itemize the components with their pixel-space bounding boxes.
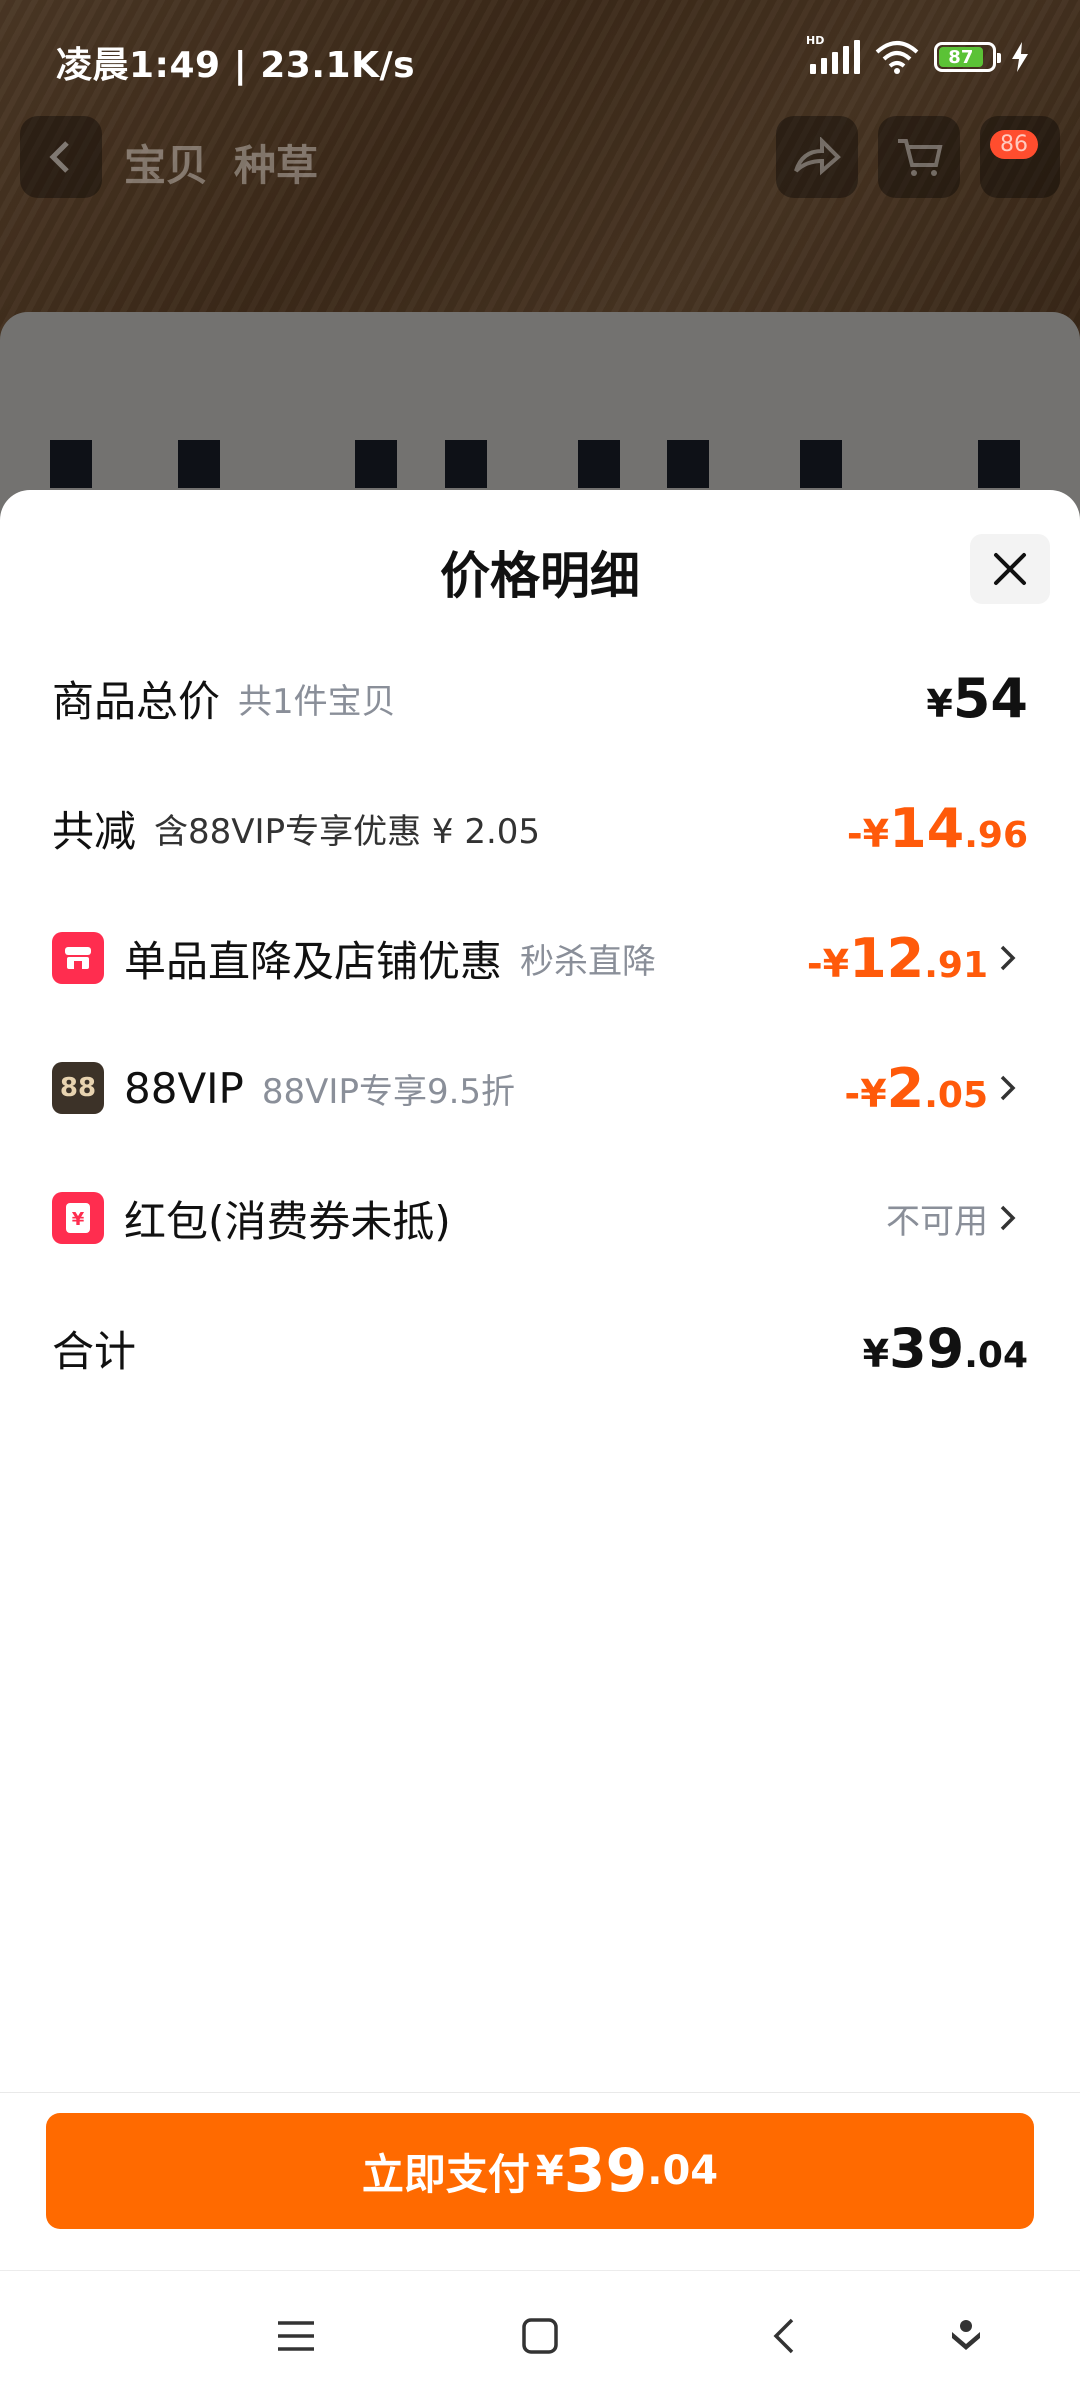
background-top-nav: 宝贝 种草 86 — [0, 110, 1080, 200]
svg-text:¥: ¥ — [72, 1209, 85, 1230]
home-icon[interactable] — [510, 2311, 570, 2361]
amount-int: 2 — [886, 1056, 925, 1120]
amount-int: 12 — [849, 926, 925, 990]
amount-dec: .91 — [924, 944, 988, 986]
row-item-shop-discount[interactable]: 单品直降及店铺优惠 秒杀直降 -¥ 12 .91 — [52, 918, 1028, 998]
row-label: 单品直降及店铺优惠 — [124, 936, 503, 986]
row-value: ¥ 54 — [926, 667, 1028, 730]
amount-dec: .04 — [964, 1334, 1028, 1376]
cart-badge: 86 — [990, 130, 1038, 159]
tab-baobei: 宝贝 — [124, 141, 209, 190]
signal-icon: HD — [806, 34, 860, 74]
pay-label: 立即支付 — [361, 2149, 530, 2199]
row-88vip[interactable]: 88 88VIP 88VIP专享9.5折 -¥ 2 .05 — [52, 1048, 1028, 1128]
status-time: 凌晨1:49 | 23.1K/s — [56, 45, 416, 86]
assistant-icon[interactable] — [936, 2311, 996, 2361]
status-bar: 凌晨1:49 | 23.1K/s HD 87 — [0, 0, 1080, 96]
menu-icon[interactable] — [266, 2311, 326, 2361]
network-label: HD — [806, 34, 825, 47]
amount-int: 14 — [889, 796, 965, 860]
row-total-goods: 商品总价 共1件宝贝 ¥ 54 — [52, 658, 1028, 738]
red-packet-icon: ¥ — [52, 1192, 104, 1244]
row-label: 共减 — [52, 806, 137, 856]
row-grand-total: 合计 ¥ 39 .04 — [52, 1308, 1028, 1388]
more-icon: 86 — [980, 116, 1060, 198]
pay-amount-dec: .04 — [647, 2148, 719, 2194]
row-label: 88VIP — [124, 1063, 244, 1113]
amount-dec: .96 — [964, 814, 1028, 856]
currency: -¥ — [844, 1071, 887, 1116]
wifi-icon — [875, 41, 919, 74]
row-red-packet[interactable]: ¥ 红包(消费券未抵) 不可用 — [52, 1178, 1028, 1258]
share-icon — [776, 116, 858, 198]
amount-dec: .05 — [924, 1074, 988, 1116]
close-button[interactable] — [970, 534, 1050, 604]
charging-icon — [1012, 42, 1028, 72]
row-sub: 共1件宝贝 — [238, 681, 396, 722]
vip-88-icon: 88 — [52, 1062, 104, 1114]
pay-currency: ¥ — [535, 2148, 564, 2194]
back-nav-icon[interactable] — [754, 2311, 814, 2361]
cart-icon — [878, 116, 960, 198]
row-sub: 88VIP专享9.5折 — [261, 1071, 516, 1112]
chevron-right-icon — [998, 1073, 1028, 1103]
currency: ¥ — [926, 681, 953, 726]
close-icon — [994, 553, 1026, 585]
row-value: -¥ 2 .05 — [844, 1057, 988, 1120]
row-label: 红包(消费券未抵) — [124, 1196, 451, 1246]
battery-icon: 87 — [934, 42, 1001, 72]
row-value: ¥ 39 .04 — [863, 1317, 1028, 1380]
pay-now-button[interactable]: 立即支付 ¥ 39 .04 — [46, 2113, 1034, 2229]
sheet-title: 价格明细 — [440, 547, 640, 605]
unavailable-text: 不可用 — [886, 1201, 988, 1242]
row-value: -¥ 14 .96 — [847, 797, 1028, 860]
row-label: 商品总价 — [52, 676, 221, 726]
currency: -¥ — [846, 811, 890, 856]
status-icons: HD 87 — [806, 34, 1030, 74]
row-label: 合计 — [52, 1326, 137, 1376]
row-sub: 含88VIP专享优惠 ¥ 2.05 — [154, 811, 541, 852]
row-total-discount: 共减 含88VIP专享优惠 ¥ 2.05 -¥ 14 .96 — [52, 788, 1028, 868]
system-nav-bar — [0, 2270, 1080, 2400]
chevron-right-icon — [998, 943, 1028, 973]
price-detail-sheet: 价格明细 商品总价 共1件宝贝 ¥ 54 共减 含88VIP专享优惠 ¥ 2.0… — [0, 490, 1080, 2270]
amount-int: 39 — [889, 1316, 965, 1380]
battery-level: 87 — [939, 47, 983, 68]
row-value: -¥ 12 .91 — [807, 927, 988, 990]
store-icon — [52, 932, 104, 984]
row-value: 不可用 — [886, 1194, 988, 1243]
pay-amount-int: 39 — [563, 2136, 648, 2206]
tab-zhongcao: 种草 — [234, 141, 319, 190]
currency: -¥ — [806, 941, 850, 986]
currency: ¥ — [862, 1331, 890, 1376]
row-sub: 秒杀直降 — [520, 941, 657, 982]
payment-footer: 立即支付 ¥ 39 .04 — [0, 2092, 1080, 2272]
back-icon — [20, 116, 102, 198]
amount-int: 54 — [952, 666, 1028, 730]
chevron-right-icon — [998, 1203, 1028, 1233]
